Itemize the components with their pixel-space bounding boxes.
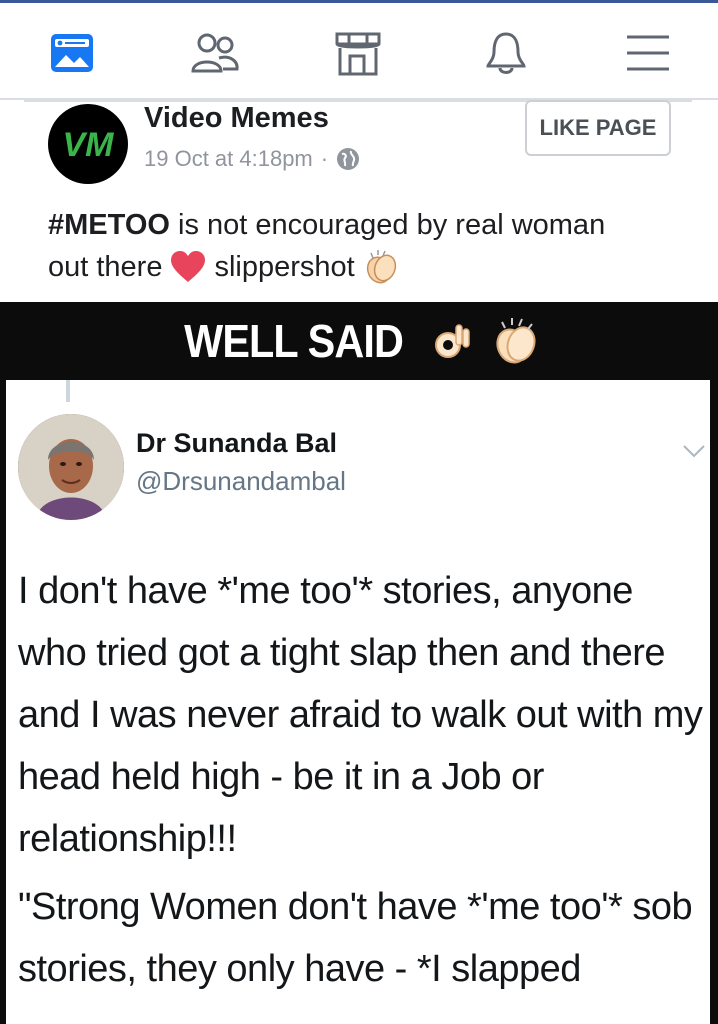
clapping-hands-icon <box>363 249 401 285</box>
tweet-author-name[interactable]: Dr Sunanda Bal <box>136 428 337 459</box>
ok-hand-icon <box>430 319 474 363</box>
post-text-line-2b: slippershot <box>214 251 355 283</box>
post-message: #METOO is not encouraged by real woman o… <box>48 204 688 288</box>
thread-line <box>66 380 70 402</box>
meme-title: WELL SAID <box>184 315 405 367</box>
post-text-line-1: is not encouraged by real woman <box>169 209 606 241</box>
post-meta: 19 Oct at 4:18pm · <box>144 146 360 172</box>
tweet-author-avatar[interactable] <box>18 414 124 520</box>
meme-title-bar: WELL SAID <box>0 302 718 380</box>
menu-icon[interactable] <box>620 25 676 81</box>
tweet-paragraph-1: I don't have *'me too'* stories, anyone … <box>18 570 703 860</box>
meme-image[interactable]: WELL SAID Dr Sunanda Bal @Drsunandambal … <box>0 302 718 1024</box>
meta-separator: · <box>320 146 329 171</box>
chevron-down-icon[interactable] <box>682 444 706 463</box>
friends-icon[interactable] <box>187 25 243 81</box>
heart-emoji-icon <box>170 250 206 284</box>
notifications-icon[interactable] <box>478 25 534 81</box>
hashtag-link[interactable]: #METOO <box>48 209 170 241</box>
tweet-text: I don't have *'me too'* stories, anyone … <box>18 560 708 1006</box>
page-avatar[interactable]: VM <box>48 104 128 184</box>
tweet-author-handle[interactable]: @Drsunandambal <box>136 466 346 497</box>
marketplace-icon[interactable] <box>330 25 386 81</box>
globe-icon <box>336 147 360 171</box>
news-feed-icon[interactable] <box>44 25 100 81</box>
post-timestamp[interactable]: 19 Oct at 4:18pm <box>144 146 313 172</box>
post-text-line-2a: out there <box>48 251 163 283</box>
like-page-button[interactable]: LIKE PAGE <box>525 100 671 156</box>
page-name-link[interactable]: Video Memes <box>144 102 329 135</box>
tweet-paragraph-2: "Strong Women don't have *'me too'* sob … <box>18 886 693 990</box>
page-avatar-logo: VM <box>63 126 115 164</box>
top-navigation <box>0 0 718 100</box>
clapping-hands-icon <box>488 316 546 366</box>
tweet-card: Dr Sunanda Bal @Drsunandambal I don't ha… <box>6 380 710 1024</box>
